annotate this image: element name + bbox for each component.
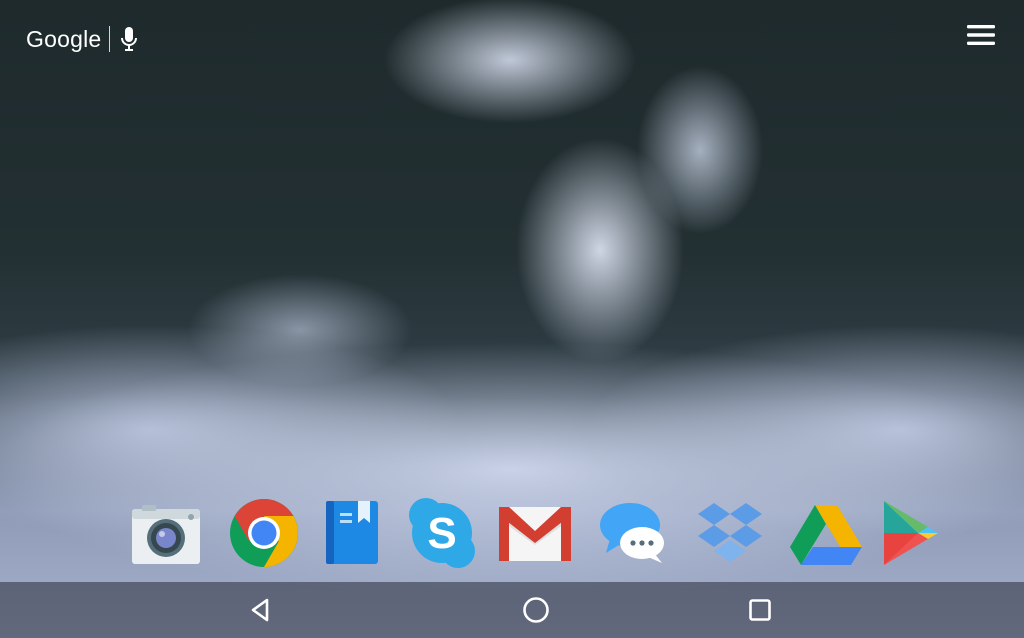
chrome-app-icon[interactable]: Chrome [226,495,302,571]
navigation-bar [0,582,1024,638]
home-circle-icon[interactable] [516,590,556,630]
dropbox-app-icon[interactable]: Dropbox [692,495,768,571]
back-triangle-icon[interactable] [240,590,280,630]
dropbox-icon [698,503,762,562]
skype-icon: S [409,498,475,568]
search-divider [109,26,111,52]
gmail-app-icon[interactable]: Gmail [497,495,573,571]
google-drive-icon [790,505,862,565]
google-search-widget[interactable]: Google [26,24,140,54]
gmail-icon [499,507,571,561]
microphone-icon[interactable] [118,25,140,53]
play-books-app-icon[interactable]: Play Books [314,495,390,571]
svg-text:S: S [427,509,456,558]
hamburger-menu-icon[interactable] [962,20,1000,50]
app-dock: Camera Chrome Play Books [120,495,950,575]
messenger-app-icon[interactable]: Messenger [596,495,672,571]
google-drive-app-icon[interactable]: Drive [788,495,864,571]
chrome-icon [230,499,298,567]
chat-bubble-icon [600,503,664,563]
camera-app-icon[interactable]: Camera [128,495,204,571]
skype-app-icon[interactable]: Skype S [404,495,480,571]
play-store-app-icon[interactable]: Play Store [872,495,948,571]
recents-square-icon[interactable] [740,590,780,630]
camera-icon [132,505,200,564]
book-icon [326,501,378,564]
play-store-icon [884,501,938,565]
google-logo[interactable]: Google [26,26,101,53]
